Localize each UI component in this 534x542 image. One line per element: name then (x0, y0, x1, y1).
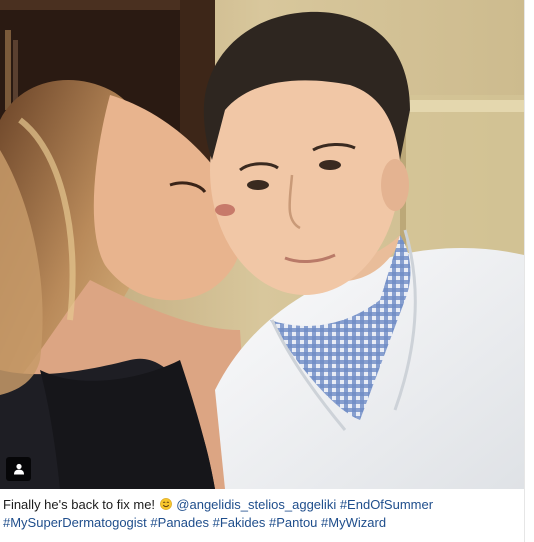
person-icon (13, 463, 24, 475)
mention-link[interactable]: @angelidis_stelios_aggeliki (176, 497, 336, 512)
people-tag-button[interactable] (6, 457, 31, 481)
post-caption: Finally he's back to fix me! @angelidis_… (3, 496, 521, 532)
hashtag-link[interactable]: #Fakides (213, 515, 266, 530)
post-photo[interactable] (0, 0, 524, 489)
scroll-edge (524, 0, 534, 542)
smiling-face-emoji-icon (159, 498, 172, 510)
caption-text: Finally he's back to fix me! (3, 497, 156, 512)
hashtag-link[interactable]: #MyWizard (321, 515, 386, 530)
hashtag-link[interactable]: #MySuperDermatogogist (3, 515, 147, 530)
hashtag-link[interactable]: #Pantou (269, 515, 317, 530)
hashtag-link[interactable]: #EndOfSummer (340, 497, 433, 512)
instagram-post: Finally he's back to fix me! @angelidis_… (0, 0, 534, 542)
selfie-illustration (0, 0, 524, 489)
hashtag-link[interactable]: #Panades (150, 515, 209, 530)
